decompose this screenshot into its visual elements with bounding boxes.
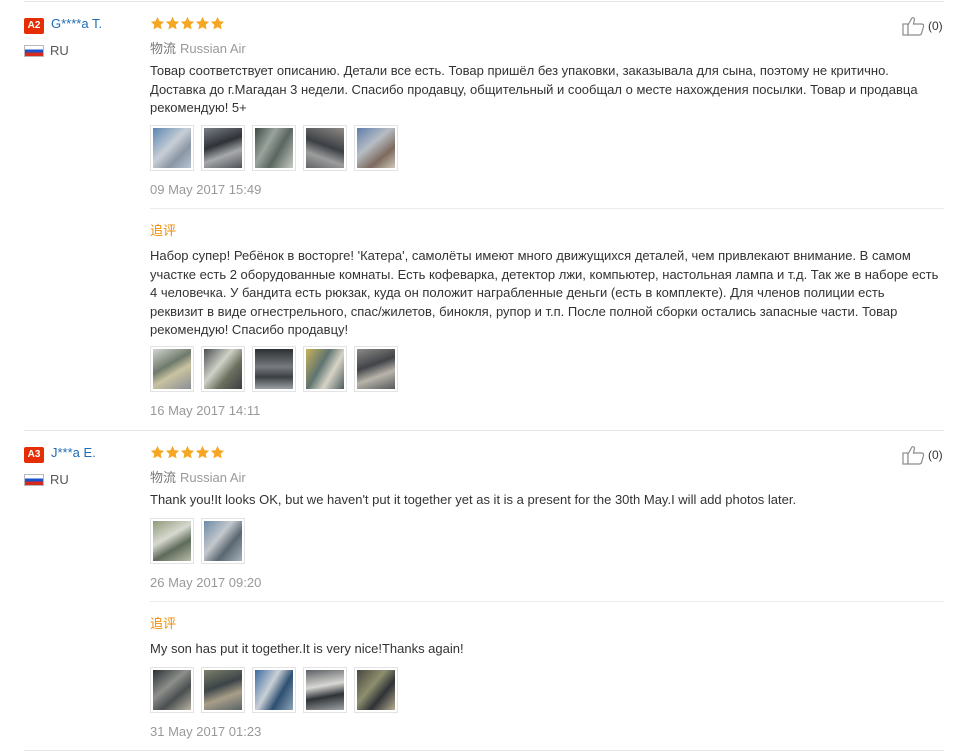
reviewer-name[interactable]: J***a E.: [51, 445, 96, 460]
divider: [24, 750, 944, 751]
reviewer-country: RU: [50, 43, 69, 58]
followup-date: 16 May 2017 14:11: [150, 403, 261, 418]
review-photo[interactable]: [354, 125, 398, 171]
followup-date: 31 May 2017 01:23: [150, 724, 262, 739]
feedback-list: A2 G****a T. RU (0) 物流 Russian Air Товар …: [0, 0, 970, 756]
followup-photos: [150, 346, 398, 392]
divider: [24, 430, 944, 431]
star-icon: [150, 16, 165, 30]
followup-label: 追评: [150, 616, 177, 631]
review-text: Товар соответствует описанию. Детали все…: [150, 63, 918, 116]
review-photo[interactable]: [150, 667, 194, 713]
review-date: 26 May 2017 09:20: [150, 575, 262, 590]
russia-flag-icon: [24, 45, 44, 57]
helpful-button[interactable]: (0): [902, 445, 943, 465]
divider: [150, 601, 944, 602]
review-photos: [150, 125, 398, 171]
followup-label: 追评: [150, 223, 177, 238]
russia-flag-icon: [24, 474, 44, 486]
star-rating: [150, 16, 225, 31]
review-photo[interactable]: [252, 125, 296, 171]
divider: [24, 1, 944, 2]
star-icon: [195, 445, 210, 459]
helpful-count: (0): [928, 19, 943, 33]
thumbs-up-icon: [902, 17, 925, 36]
shipping-method: Russian Air: [180, 470, 246, 485]
review-photo[interactable]: [303, 125, 347, 171]
shipping-label: 物流: [150, 470, 177, 485]
shipping-info: 物流 Russian Air: [150, 38, 246, 57]
review-photo[interactable]: [354, 346, 398, 392]
star-icon: [180, 445, 195, 459]
followup-text: My son has put it together.It is very ni…: [150, 641, 464, 656]
review-photo[interactable]: [150, 518, 194, 564]
star-rating: [150, 445, 225, 460]
review-photo[interactable]: [303, 667, 347, 713]
star-icon: [165, 16, 180, 30]
shipping-method: Russian Air: [180, 41, 246, 56]
review-photo[interactable]: [150, 125, 194, 171]
star-icon: [195, 16, 210, 30]
review-date: 09 May 2017 15:49: [150, 182, 262, 197]
shipping-label: 物流: [150, 41, 177, 56]
review-photo[interactable]: [252, 667, 296, 713]
star-icon: [210, 445, 225, 459]
followup-photos: [150, 667, 398, 713]
divider: [150, 208, 944, 209]
star-icon: [150, 445, 165, 459]
followup-text: Набор супер! Ребёнок в восторге! 'Катера…: [150, 248, 939, 338]
review-photo[interactable]: [201, 518, 245, 564]
thumbs-up-icon: [902, 446, 925, 465]
review-photo[interactable]: [252, 346, 296, 392]
review-text: Thank you!It looks OK, but we haven't pu…: [150, 492, 797, 507]
shipping-info: 物流 Russian Air: [150, 467, 246, 486]
buyer-level-badge: A2: [24, 18, 44, 34]
review-photo[interactable]: [201, 667, 245, 713]
helpful-button[interactable]: (0): [902, 16, 943, 36]
review-photo[interactable]: [354, 667, 398, 713]
reviewer-name[interactable]: G****a T.: [51, 16, 102, 31]
buyer-level-badge: A3: [24, 447, 44, 463]
star-icon: [165, 445, 180, 459]
star-icon: [210, 16, 225, 30]
star-icon: [180, 16, 195, 30]
review-photo[interactable]: [201, 346, 245, 392]
review-photos: [150, 518, 245, 564]
review-photo[interactable]: [150, 346, 194, 392]
review-photo[interactable]: [303, 346, 347, 392]
reviewer-country: RU: [50, 472, 69, 487]
review-photo[interactable]: [201, 125, 245, 171]
helpful-count: (0): [928, 448, 943, 462]
